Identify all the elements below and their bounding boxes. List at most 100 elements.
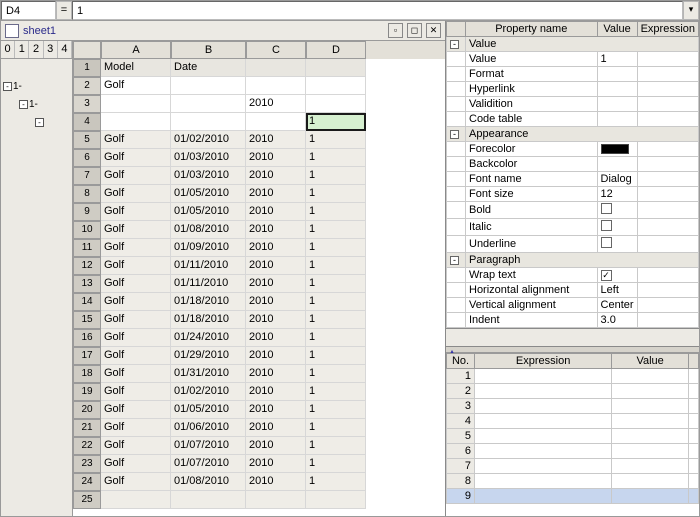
cell[interactable]: 2010 xyxy=(246,95,306,113)
cell[interactable]: 2010 xyxy=(246,329,306,347)
checkbox-icon[interactable] xyxy=(601,220,612,231)
cell[interactable] xyxy=(171,77,246,95)
cell[interactable]: 1 xyxy=(306,329,366,347)
prop-indent[interactable]: 3.0 xyxy=(597,313,637,328)
cell[interactable]: Golf xyxy=(101,473,171,491)
cell[interactable]: Golf xyxy=(101,437,171,455)
row-header[interactable]: 19 xyxy=(73,383,101,401)
prop-bold[interactable] xyxy=(597,202,637,219)
row-header[interactable]: 2 xyxy=(73,77,101,95)
cell[interactable]: 01/24/2010 xyxy=(171,329,246,347)
row-header[interactable]: 16 xyxy=(73,329,101,347)
cell[interactable]: 2010 xyxy=(246,275,306,293)
cell[interactable]: 01/18/2010 xyxy=(171,293,246,311)
row-header[interactable]: 20 xyxy=(73,401,101,419)
select-all-corner[interactable] xyxy=(73,41,101,59)
cell[interactable]: Date xyxy=(171,59,246,77)
cell-reference-input[interactable] xyxy=(1,1,56,20)
cell[interactable]: 01/18/2010 xyxy=(171,311,246,329)
cell[interactable]: 1 xyxy=(306,113,366,131)
cell[interactable]: 2010 xyxy=(246,257,306,275)
row-header[interactable]: 17 xyxy=(73,347,101,365)
cell[interactable]: 01/06/2010 xyxy=(171,419,246,437)
cell[interactable]: 2010 xyxy=(246,383,306,401)
cell[interactable] xyxy=(101,491,171,509)
expr-value[interactable] xyxy=(612,444,689,459)
expr-cell[interactable] xyxy=(475,444,612,459)
maximize-icon[interactable]: ◻ xyxy=(407,23,422,38)
row-header[interactable]: 23 xyxy=(73,455,101,473)
cell[interactable]: 2010 xyxy=(246,473,306,491)
cell[interactable]: 1 xyxy=(306,347,366,365)
prop-hyperlink[interactable] xyxy=(597,82,637,97)
cell[interactable]: 01/05/2010 xyxy=(171,401,246,419)
cell[interactable]: 01/09/2010 xyxy=(171,239,246,257)
cell[interactable]: 2010 xyxy=(246,437,306,455)
cell[interactable]: 1 xyxy=(306,221,366,239)
row-header[interactable]: 7 xyxy=(73,167,101,185)
cell[interactable]: Golf xyxy=(101,419,171,437)
expr-value[interactable] xyxy=(612,384,689,399)
cell[interactable]: 1 xyxy=(306,239,366,257)
expr-cell[interactable] xyxy=(475,414,612,429)
expr-value[interactable] xyxy=(612,369,689,384)
collapse-icon[interactable]: - xyxy=(450,40,459,49)
col-header-B[interactable]: B xyxy=(171,41,246,59)
cell[interactable]: 1 xyxy=(306,257,366,275)
prop-codetable[interactable] xyxy=(597,112,637,127)
row-header[interactable]: 15 xyxy=(73,311,101,329)
prop-valign[interactable]: Center xyxy=(597,298,637,313)
cell[interactable]: 01/07/2010 xyxy=(171,437,246,455)
expr-cell[interactable] xyxy=(475,489,612,504)
row-header[interactable]: 8 xyxy=(73,185,101,203)
cell[interactable]: Golf xyxy=(101,347,171,365)
expr-value[interactable] xyxy=(612,474,689,489)
cell[interactable]: 1 xyxy=(306,473,366,491)
cell[interactable]: Model xyxy=(101,59,171,77)
cell[interactable]: Golf xyxy=(101,401,171,419)
prop-fontname[interactable]: Dialog xyxy=(597,172,637,187)
cell[interactable]: 1 xyxy=(306,419,366,437)
cell[interactable]: 2010 xyxy=(246,455,306,473)
cell[interactable]: 1 xyxy=(306,185,366,203)
cell[interactable] xyxy=(306,95,366,113)
checkbox-icon[interactable]: ✓ xyxy=(601,270,612,281)
cell[interactable]: 01/05/2010 xyxy=(171,185,246,203)
cell[interactable]: Golf xyxy=(101,185,171,203)
expr-cell[interactable] xyxy=(475,474,612,489)
expr-value[interactable] xyxy=(612,489,689,504)
cell[interactable]: Golf xyxy=(101,149,171,167)
cell[interactable] xyxy=(246,77,306,95)
row-header[interactable]: 24 xyxy=(73,473,101,491)
checkbox-icon[interactable] xyxy=(601,237,612,248)
expr-value[interactable] xyxy=(612,459,689,474)
row-header[interactable]: 5 xyxy=(73,131,101,149)
cell[interactable]: 1 xyxy=(306,167,366,185)
cell[interactable]: 2010 xyxy=(246,167,306,185)
cell[interactable]: 1 xyxy=(306,455,366,473)
cell[interactable]: 2010 xyxy=(246,221,306,239)
expr-cell[interactable] xyxy=(475,384,612,399)
cell[interactable]: Golf xyxy=(101,383,171,401)
cell[interactable]: Golf xyxy=(101,455,171,473)
cell[interactable]: 01/11/2010 xyxy=(171,257,246,275)
close-icon[interactable]: ✕ xyxy=(426,23,441,38)
cell[interactable]: 01/08/2010 xyxy=(171,473,246,491)
cell[interactable]: Golf xyxy=(101,239,171,257)
row-header[interactable]: 22 xyxy=(73,437,101,455)
cell[interactable]: 2010 xyxy=(246,239,306,257)
cell[interactable]: 01/08/2010 xyxy=(171,221,246,239)
expr-cell[interactable] xyxy=(475,399,612,414)
cell[interactable] xyxy=(246,113,306,131)
cell[interactable] xyxy=(306,491,366,509)
row-header[interactable]: 3 xyxy=(73,95,101,113)
prop-italic[interactable] xyxy=(597,219,637,236)
cell[interactable]: 01/07/2010 xyxy=(171,455,246,473)
cell[interactable]: Golf xyxy=(101,293,171,311)
cell[interactable]: 01/02/2010 xyxy=(171,383,246,401)
cell[interactable]: 01/02/2010 xyxy=(171,131,246,149)
cell[interactable]: 1 xyxy=(306,311,366,329)
cell[interactable] xyxy=(101,95,171,113)
prop-wrap[interactable]: ✓ xyxy=(597,268,637,283)
row-header[interactable]: 21 xyxy=(73,419,101,437)
